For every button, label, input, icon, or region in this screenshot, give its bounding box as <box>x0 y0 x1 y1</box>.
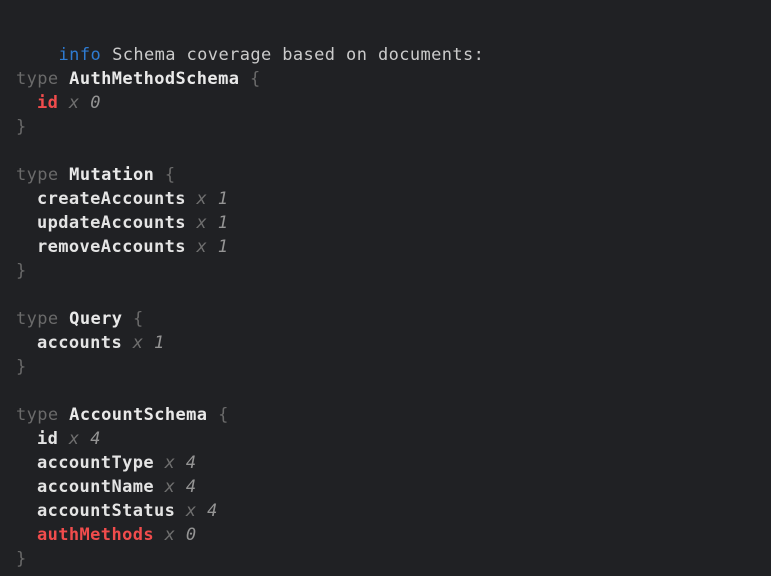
type-name: AccountSchema <box>59 405 208 425</box>
multiplier: x <box>186 237 218 257</box>
field-coverage-line: accounts x 1 <box>16 331 761 355</box>
blank-line <box>16 283 761 307</box>
multiplier: x <box>154 477 186 497</box>
type-declaration-line: type AccountSchema { <box>16 403 761 427</box>
open-brace: { <box>154 165 175 185</box>
field-name: authMethods <box>37 525 154 545</box>
type-declaration-line: type AuthMethodSchema { <box>16 67 761 91</box>
coverage-heading: Schema coverage based on documents: <box>112 45 484 65</box>
multiplier: x <box>58 93 90 113</box>
multiplier: x <box>122 333 154 353</box>
multiplier: x <box>175 501 207 521</box>
hit-count: 4 <box>207 501 218 521</box>
multiplier: x <box>186 213 218 233</box>
type-name: AuthMethodSchema <box>59 69 240 89</box>
multiplier: x <box>186 189 218 209</box>
close-brace-line: } <box>16 115 761 139</box>
close-brace: } <box>16 549 27 569</box>
type-keyword: type <box>16 405 59 425</box>
terminal-output[interactable]: infoSchema coverage based on documents: … <box>0 0 771 576</box>
multiplier: x <box>154 453 186 473</box>
hit-count: 4 <box>186 477 197 497</box>
field-name: accountName <box>37 477 154 497</box>
hit-count: 4 <box>186 453 197 473</box>
field-name: createAccounts <box>37 189 186 209</box>
type-declaration-line: type Query { <box>16 307 761 331</box>
field-coverage-line: removeAccounts x 1 <box>16 235 761 259</box>
type-declaration-line: type Mutation { <box>16 163 761 187</box>
hit-count: 1 <box>218 189 229 209</box>
field-name: id <box>37 429 58 449</box>
coverage-blocks: type AuthMethodSchema {id x 0}type Mutat… <box>16 43 761 571</box>
field-coverage-line: accountType x 4 <box>16 451 761 475</box>
close-brace-line: } <box>16 547 761 571</box>
close-brace-line: } <box>16 355 761 379</box>
field-name: updateAccounts <box>37 213 186 233</box>
multiplier: x <box>58 429 90 449</box>
close-brace: } <box>16 357 27 377</box>
field-coverage-line: accountName x 4 <box>16 475 761 499</box>
blank-line <box>16 139 761 163</box>
hit-count: 0 <box>90 93 101 113</box>
type-keyword: type <box>16 69 59 89</box>
type-name: Query <box>59 309 123 329</box>
field-name: removeAccounts <box>37 237 186 257</box>
field-name: accounts <box>37 333 122 353</box>
field-coverage-line: accountStatus x 4 <box>16 499 761 523</box>
type-keyword: type <box>16 309 59 329</box>
field-coverage-line: authMethods x 0 <box>16 523 761 547</box>
field-coverage-line: createAccounts x 1 <box>16 187 761 211</box>
close-brace: } <box>16 117 27 137</box>
info-label: info <box>59 45 102 65</box>
type-name: Mutation <box>59 165 155 185</box>
field-coverage-line: updateAccounts x 1 <box>16 211 761 235</box>
field-name: accountType <box>37 453 154 473</box>
hit-count: 1 <box>218 237 229 257</box>
multiplier: x <box>154 525 186 545</box>
hit-count: 0 <box>186 525 197 545</box>
blank-line <box>16 379 761 403</box>
open-brace: { <box>122 309 143 329</box>
hit-count: 4 <box>90 429 101 449</box>
open-brace: { <box>239 69 260 89</box>
hit-count: 1 <box>154 333 165 353</box>
field-coverage-line: id x 0 <box>16 91 761 115</box>
type-keyword: type <box>16 165 59 185</box>
field-name: accountStatus <box>37 501 175 521</box>
open-brace: { <box>207 405 228 425</box>
field-name: id <box>37 93 58 113</box>
info-line: infoSchema coverage based on documents: <box>16 19 761 43</box>
field-coverage-line: id x 4 <box>16 427 761 451</box>
hit-count: 1 <box>218 213 229 233</box>
close-brace: } <box>16 261 27 281</box>
close-brace-line: } <box>16 259 761 283</box>
